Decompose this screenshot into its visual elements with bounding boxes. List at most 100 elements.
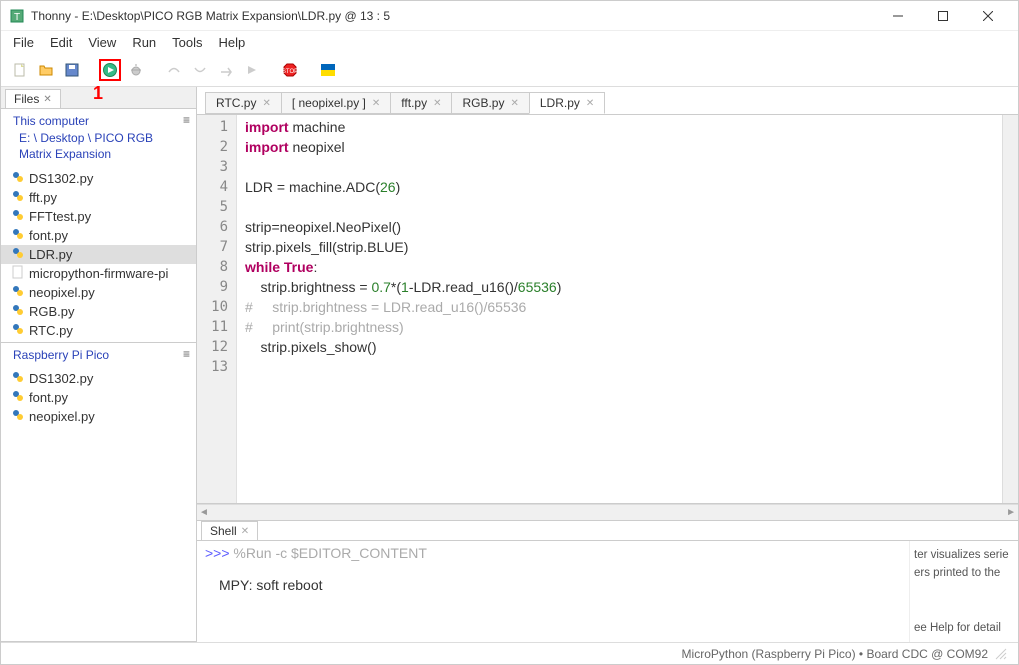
file-item[interactable]: DS1302.py bbox=[1, 169, 196, 188]
file-name: font.py bbox=[29, 390, 68, 405]
step-out-button[interactable] bbox=[215, 59, 237, 81]
close-icon[interactable]: ✕ bbox=[433, 98, 441, 109]
python-icon bbox=[11, 284, 25, 301]
file-name: FFTtest.py bbox=[29, 209, 91, 224]
close-icon[interactable]: ✕ bbox=[510, 98, 518, 109]
vertical-scrollbar[interactable] bbox=[1002, 115, 1018, 503]
statusbar: MicroPython (Raspberry Pi Pico) • Board … bbox=[1, 642, 1018, 664]
maximize-button[interactable] bbox=[920, 2, 965, 30]
file-name: fft.py bbox=[29, 190, 57, 205]
shell-tab[interactable]: Shell ✕ bbox=[201, 521, 258, 540]
file-item[interactable]: neopixel.py bbox=[1, 407, 196, 426]
menu-help[interactable]: Help bbox=[211, 33, 254, 52]
editor-tab[interactable]: LDR.py ✕ bbox=[529, 92, 605, 114]
panel-header[interactable]: Raspberry Pi Pico bbox=[7, 347, 115, 363]
editor-tabs: RTC.py✕[ neopixel.py ]✕fft.py✕RGB.py✕LDR… bbox=[197, 93, 1018, 115]
save-file-button[interactable] bbox=[61, 59, 83, 81]
python-icon bbox=[11, 408, 25, 425]
help-text: ers printed to the bbox=[914, 567, 1015, 579]
document-icon bbox=[11, 265, 25, 282]
resume-button[interactable] bbox=[241, 59, 263, 81]
python-icon bbox=[11, 303, 25, 320]
file-name: font.py bbox=[29, 228, 68, 243]
shell-prompt: >>> bbox=[205, 545, 233, 561]
menu-view[interactable]: View bbox=[80, 33, 124, 52]
file-name: DS1302.py bbox=[29, 371, 93, 386]
resize-grip[interactable] bbox=[994, 647, 1008, 661]
menubar: FileEditViewRunToolsHelp bbox=[1, 31, 1018, 53]
menu-icon[interactable]: ≡ bbox=[183, 113, 190, 127]
code-editor[interactable]: import machineimport neopixel LDR = mach… bbox=[237, 115, 1002, 503]
status-text[interactable]: MicroPython (Raspberry Pi Pico) • Board … bbox=[682, 647, 988, 661]
editor-tab[interactable]: RTC.py ✕ bbox=[205, 92, 282, 114]
file-item[interactable]: RGB.py bbox=[1, 302, 196, 321]
help-text: ter visualizes serie bbox=[914, 549, 1015, 561]
step-into-button[interactable] bbox=[189, 59, 211, 81]
path-segment[interactable]: E: \ Desktop \ PICO RGB bbox=[13, 130, 159, 146]
python-icon bbox=[11, 170, 25, 187]
editor-tab[interactable]: [ neopixel.py ] ✕ bbox=[281, 92, 391, 114]
editor-tab[interactable]: RGB.py ✕ bbox=[451, 92, 529, 114]
svg-text:T: T bbox=[14, 12, 20, 23]
run-button[interactable] bbox=[99, 59, 121, 81]
files-tab-label: Files bbox=[14, 92, 39, 106]
help-panel: ter visualizes serieers printed to theee… bbox=[909, 541, 1018, 642]
file-item[interactable]: neopixel.py bbox=[1, 283, 196, 302]
minimize-button[interactable] bbox=[875, 2, 920, 30]
svg-text:STOP: STOP bbox=[282, 69, 298, 75]
file-item[interactable]: font.py bbox=[1, 226, 196, 245]
file-name: RTC.py bbox=[29, 323, 73, 338]
file-name: LDR.py bbox=[29, 247, 72, 262]
file-item[interactable]: LDR.py bbox=[1, 245, 196, 264]
file-item[interactable]: FFTtest.py bbox=[1, 207, 196, 226]
close-icon[interactable]: ✕ bbox=[262, 98, 270, 109]
file-item[interactable]: micropython-firmware-pi bbox=[1, 264, 196, 283]
editor-tab[interactable]: fft.py ✕ bbox=[390, 92, 452, 114]
menu-icon[interactable]: ≡ bbox=[183, 347, 190, 361]
horizontal-scrollbar[interactable]: ◄► bbox=[197, 504, 1018, 520]
menu-file[interactable]: File bbox=[5, 33, 42, 52]
shell-area: Shell ✕ >>> %Run -c $EDITOR_CONTENT MPY: … bbox=[197, 520, 1018, 642]
close-icon[interactable]: ✕ bbox=[241, 526, 249, 537]
close-icon[interactable]: ✕ bbox=[43, 94, 51, 105]
menu-edit[interactable]: Edit bbox=[42, 33, 80, 52]
file-name: neopixel.py bbox=[29, 409, 95, 424]
file-name: micropython-firmware-pi bbox=[29, 266, 168, 281]
tab-label: fft.py bbox=[401, 96, 427, 110]
gutter: 12345678910111213 bbox=[197, 115, 237, 503]
file-item[interactable]: fft.py bbox=[1, 188, 196, 207]
tab-label: RTC.py bbox=[216, 96, 256, 110]
debug-button[interactable] bbox=[125, 59, 147, 81]
shell-tab-label: Shell bbox=[210, 524, 237, 538]
sidebar: Files ✕ This computer E: \ Desktop \ PICO… bbox=[1, 87, 197, 642]
close-icon[interactable]: ✕ bbox=[372, 98, 380, 109]
files-tab[interactable]: Files ✕ bbox=[5, 89, 61, 108]
support-button[interactable] bbox=[317, 59, 339, 81]
shell-output: MPY: soft reboot bbox=[205, 577, 1010, 593]
step-over-button[interactable] bbox=[163, 59, 185, 81]
tab-label: RGB.py bbox=[462, 96, 504, 110]
panel-header[interactable]: This computer bbox=[7, 113, 165, 129]
tab-label: LDR.py bbox=[540, 96, 580, 110]
file-item[interactable]: RTC.py bbox=[1, 321, 196, 340]
toolbar: STOP bbox=[1, 53, 1018, 87]
python-icon bbox=[11, 370, 25, 387]
menu-tools[interactable]: Tools bbox=[164, 33, 210, 52]
python-icon bbox=[11, 246, 25, 263]
close-icon[interactable]: ✕ bbox=[586, 98, 594, 109]
app-icon: T bbox=[9, 8, 25, 24]
titlebar: T Thonny - E:\Desktop\PICO RGB Matrix Ex… bbox=[1, 1, 1018, 31]
tab-label: [ neopixel.py ] bbox=[292, 96, 366, 110]
file-item[interactable]: font.py bbox=[1, 388, 196, 407]
stop-button[interactable]: STOP bbox=[279, 59, 301, 81]
path-segment[interactable]: Matrix Expansion bbox=[13, 146, 159, 162]
window-title: Thonny - E:\Desktop\PICO RGB Matrix Expa… bbox=[31, 9, 875, 23]
annotation-label: 1 bbox=[93, 83, 103, 104]
open-file-button[interactable] bbox=[35, 59, 57, 81]
menu-run[interactable]: Run bbox=[124, 33, 164, 52]
python-icon bbox=[11, 189, 25, 206]
file-item[interactable]: DS1302.py bbox=[1, 369, 196, 388]
shell[interactable]: >>> %Run -c $EDITOR_CONTENT MPY: soft re… bbox=[197, 541, 1018, 642]
new-file-button[interactable] bbox=[9, 59, 31, 81]
close-button[interactable] bbox=[965, 2, 1010, 30]
